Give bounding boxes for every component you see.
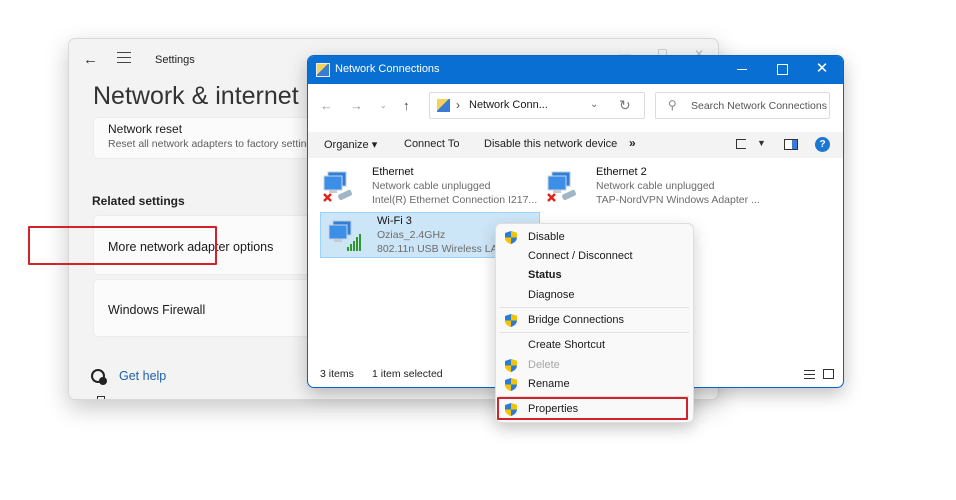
connection-item-ethernet[interactable]: Ethernet Network cable unplugged Intel(R…: [316, 164, 538, 210]
change-view-icon[interactable]: [736, 139, 746, 149]
large-icons-view-icon[interactable]: [823, 369, 834, 379]
settings-app-title: Settings: [155, 54, 195, 66]
back-arrow-icon[interactable]: ←: [320, 98, 333, 113]
address-bar[interactable]: › Network Conn... ⌄ ↻: [429, 92, 645, 119]
address-dropdown-icon[interactable]: ⌄: [590, 99, 598, 110]
forward-arrow-icon[interactable]: →: [350, 98, 363, 113]
selection-count: 1 item selected: [372, 368, 443, 380]
network-adapter-disconnected-icon: [547, 171, 576, 202]
explorer-window-controls: ✕: [735, 60, 829, 78]
organize-menu-button[interactable]: Organize ▾: [324, 138, 377, 151]
network-connections-app-icon: [316, 63, 330, 77]
network-reset-description: Reset all network adapters to factory se…: [108, 138, 318, 150]
search-icon: ⚲: [668, 98, 677, 112]
uac-shield-icon: [505, 231, 517, 244]
menu-item-label: Bridge Connections: [528, 314, 625, 326]
network-folder-icon: [437, 99, 450, 112]
search-placeholder: Search Network Connections: [691, 100, 827, 112]
network-reset-title: Network reset: [108, 122, 183, 136]
view-options-dropdown-icon[interactable]: ▼: [757, 138, 766, 148]
menu-divider: [500, 332, 689, 333]
search-box[interactable]: ⚲ Search Network Connections: [655, 92, 830, 119]
menu-item-label: Connect / Disconnect: [528, 250, 633, 262]
connection-item-ethernet-2[interactable]: Ethernet 2 Network cable unplugged TAP-N…: [540, 164, 780, 210]
connection-name: Wi-Fi 3: [377, 215, 412, 227]
explorer-window-title: Network Connections: [335, 63, 440, 75]
explorer-titlebar: Network Connections ✕: [308, 56, 843, 84]
recent-locations-chevron-icon[interactable]: ⌄: [380, 101, 387, 110]
preview-pane-icon[interactable]: [784, 139, 798, 150]
command-bar: Organize ▾ Connect To Disable this netwo…: [308, 132, 843, 158]
menu-item-create-shortcut[interactable]: Create Shortcut: [496, 336, 693, 355]
connection-status: Ozias_2.4GHz: [377, 229, 446, 241]
details-view-icon[interactable]: [804, 370, 815, 379]
uac-shield-icon: [505, 314, 517, 327]
back-arrow-icon[interactable]: ←: [83, 51, 98, 68]
connect-to-button[interactable]: Connect To: [404, 138, 459, 150]
help-chat-icon: [91, 369, 107, 385]
get-help-label: Get help: [119, 369, 167, 383]
menu-item-diagnose[interactable]: Diagnose: [496, 286, 693, 305]
disable-network-device-button[interactable]: Disable this network device: [484, 138, 617, 150]
network-adapter-disconnected-icon: [323, 171, 352, 202]
highlight-annotation-adapter-options: [28, 226, 217, 265]
get-help-link[interactable]: Get help: [91, 369, 167, 385]
item-count: 3 items: [320, 368, 354, 380]
connection-status: Network cable unplugged: [372, 180, 491, 192]
connection-device: Intel(R) Ethernet Connection I217...: [372, 194, 538, 206]
up-arrow-icon[interactable]: ↑: [403, 98, 410, 113]
maximize-icon[interactable]: [775, 60, 789, 78]
page-title: Network & internet: [93, 82, 299, 110]
wifi-adapter-connected-icon: [328, 220, 361, 251]
menu-item-label: Diagnose: [528, 289, 575, 301]
context-menu: Disable Connect / Disconnect Status Diag…: [495, 223, 694, 423]
connection-name: Ethernet 2: [596, 166, 647, 178]
more-commands-icon[interactable]: »: [629, 136, 636, 150]
help-icon[interactable]: ?: [815, 137, 830, 152]
connection-status: Network cable unplugged: [596, 180, 715, 192]
menu-item-label: Delete: [528, 359, 560, 371]
menu-item-label: Create Shortcut: [528, 339, 606, 351]
menu-item-rename[interactable]: Rename: [496, 375, 693, 394]
related-settings-heading: Related settings: [92, 194, 185, 208]
menu-item-connect-disconnect[interactable]: Connect / Disconnect: [496, 247, 693, 266]
uac-shield-icon: [505, 378, 517, 391]
menu-divider: [500, 307, 689, 308]
uac-shield-icon: [505, 359, 517, 372]
breadcrumb-separator-icon[interactable]: ›: [456, 98, 460, 112]
menu-item-delete: Delete: [496, 356, 693, 375]
menu-item-status[interactable]: Status: [496, 266, 693, 285]
windows-firewall-label: Windows Firewall: [108, 303, 206, 317]
menu-item-label: Rename: [528, 378, 570, 390]
close-icon[interactable]: ✕: [815, 60, 829, 78]
menu-item-disable[interactable]: Disable: [496, 228, 693, 247]
feedback-icon[interactable]: [97, 396, 105, 399]
highlight-annotation-properties: [497, 397, 688, 420]
hamburger-menu-icon[interactable]: [117, 52, 131, 63]
connection-name: Ethernet: [372, 166, 414, 178]
menu-item-label: Disable: [528, 231, 565, 243]
menu-item-bridge-connections[interactable]: Bridge Connections: [496, 311, 693, 330]
refresh-icon[interactable]: ↻: [619, 97, 631, 114]
connection-device: TAP-NordVPN Windows Adapter ...: [596, 194, 760, 206]
menu-item-label: Status: [528, 269, 562, 281]
address-path[interactable]: Network Conn...: [469, 99, 548, 111]
minimize-icon[interactable]: [735, 60, 749, 78]
